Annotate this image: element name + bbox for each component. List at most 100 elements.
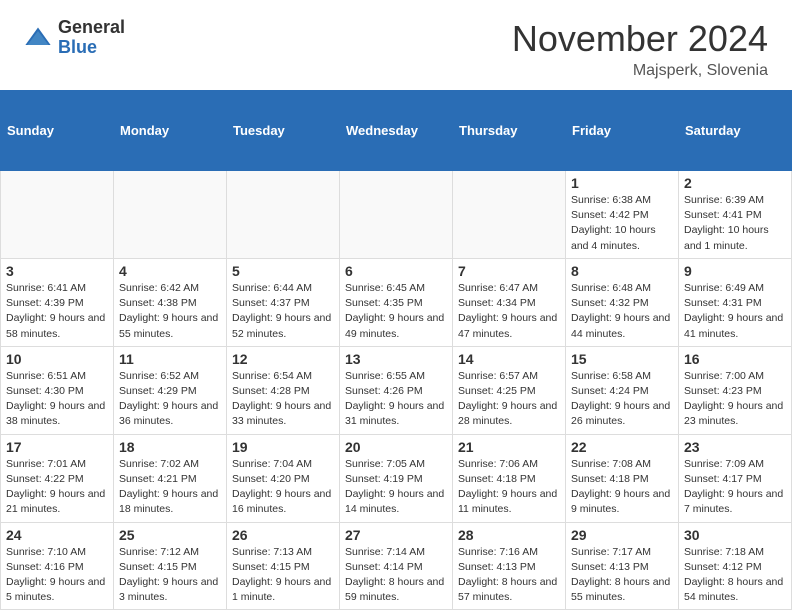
calendar-week-1: 1 Sunrise: 6:38 AM Sunset: 4:42 PM Dayli…: [1, 171, 792, 259]
day-number: 28: [458, 527, 560, 543]
sunrise-text: Sunrise: 6:48 AM: [571, 282, 651, 294]
sunrise-text: Sunrise: 6:45 AM: [345, 282, 425, 294]
day-number: 8: [571, 263, 673, 279]
daylight-text: Daylight: 9 hours and 11 minutes.: [458, 488, 557, 515]
day-number: 7: [458, 263, 560, 279]
sunset-text: Sunset: 4:20 PM: [232, 473, 310, 485]
sunset-text: Sunset: 4:42 PM: [571, 209, 649, 221]
calendar-cell: 23 Sunrise: 7:09 AM Sunset: 4:17 PM Dayl…: [679, 434, 792, 522]
day-number: 10: [6, 351, 108, 367]
sunrise-text: Sunrise: 6:54 AM: [232, 370, 312, 382]
day-number: 5: [232, 263, 334, 279]
sunrise-text: Sunrise: 6:42 AM: [119, 282, 199, 294]
sunset-text: Sunset: 4:23 PM: [684, 385, 762, 397]
sunrise-text: Sunrise: 7:08 AM: [571, 458, 651, 470]
calendar-cell: 19 Sunrise: 7:04 AM Sunset: 4:20 PM Dayl…: [227, 434, 340, 522]
calendar-cell: 22 Sunrise: 7:08 AM Sunset: 4:18 PM Dayl…: [566, 434, 679, 522]
daylight-text: Daylight: 9 hours and 44 minutes.: [571, 312, 670, 339]
day-info: Sunrise: 6:58 AM Sunset: 4:24 PM Dayligh…: [571, 369, 673, 430]
sunset-text: Sunset: 4:18 PM: [571, 473, 649, 485]
daylight-text: Daylight: 9 hours and 21 minutes.: [6, 488, 105, 515]
sunrise-text: Sunrise: 6:52 AM: [119, 370, 199, 382]
sunset-text: Sunset: 4:30 PM: [6, 385, 84, 397]
weekday-header-saturday: Saturday: [679, 91, 792, 171]
calendar-cell: [340, 171, 453, 259]
sunset-text: Sunset: 4:35 PM: [345, 297, 423, 309]
day-number: 12: [232, 351, 334, 367]
daylight-text: Daylight: 9 hours and 16 minutes.: [232, 488, 331, 515]
calendar-cell: 10 Sunrise: 6:51 AM Sunset: 4:30 PM Dayl…: [1, 346, 114, 434]
calendar-cell: 28 Sunrise: 7:16 AM Sunset: 4:13 PM Dayl…: [453, 522, 566, 610]
daylight-text: Daylight: 9 hours and 58 minutes.: [6, 312, 105, 339]
day-info: Sunrise: 7:06 AM Sunset: 4:18 PM Dayligh…: [458, 457, 560, 518]
sunset-text: Sunset: 4:34 PM: [458, 297, 536, 309]
calendar-week-2: 3 Sunrise: 6:41 AM Sunset: 4:39 PM Dayli…: [1, 258, 792, 346]
sunrise-text: Sunrise: 7:04 AM: [232, 458, 312, 470]
daylight-text: Daylight: 9 hours and 41 minutes.: [684, 312, 783, 339]
day-info: Sunrise: 6:49 AM Sunset: 4:31 PM Dayligh…: [684, 281, 786, 342]
day-info: Sunrise: 6:41 AM Sunset: 4:39 PM Dayligh…: [6, 281, 108, 342]
daylight-text: Daylight: 9 hours and 23 minutes.: [684, 400, 783, 427]
sunrise-text: Sunrise: 6:49 AM: [684, 282, 764, 294]
sunset-text: Sunset: 4:13 PM: [571, 561, 649, 573]
sunrise-text: Sunrise: 6:58 AM: [571, 370, 651, 382]
day-info: Sunrise: 6:51 AM Sunset: 4:30 PM Dayligh…: [6, 369, 108, 430]
day-number: 21: [458, 439, 560, 455]
calendar-cell: 9 Sunrise: 6:49 AM Sunset: 4:31 PM Dayli…: [679, 258, 792, 346]
weekday-header-friday: Friday: [566, 91, 679, 171]
calendar-cell: 12 Sunrise: 6:54 AM Sunset: 4:28 PM Dayl…: [227, 346, 340, 434]
calendar-cell: 29 Sunrise: 7:17 AM Sunset: 4:13 PM Dayl…: [566, 522, 679, 610]
daylight-text: Daylight: 8 hours and 54 minutes.: [684, 576, 783, 603]
daylight-text: Daylight: 9 hours and 52 minutes.: [232, 312, 331, 339]
daylight-text: Daylight: 9 hours and 3 minutes.: [119, 576, 218, 603]
calendar-cell: 4 Sunrise: 6:42 AM Sunset: 4:38 PM Dayli…: [114, 258, 227, 346]
calendar-cell: 1 Sunrise: 6:38 AM Sunset: 4:42 PM Dayli…: [566, 171, 679, 259]
logo-icon: [24, 24, 52, 52]
daylight-text: Daylight: 8 hours and 55 minutes.: [571, 576, 670, 603]
day-number: 19: [232, 439, 334, 455]
sunrise-text: Sunrise: 7:05 AM: [345, 458, 425, 470]
daylight-text: Daylight: 9 hours and 55 minutes.: [119, 312, 218, 339]
calendar-cell: 6 Sunrise: 6:45 AM Sunset: 4:35 PM Dayli…: [340, 258, 453, 346]
day-info: Sunrise: 7:12 AM Sunset: 4:15 PM Dayligh…: [119, 545, 221, 606]
calendar-cell: 17 Sunrise: 7:01 AM Sunset: 4:22 PM Dayl…: [1, 434, 114, 522]
sunset-text: Sunset: 4:38 PM: [119, 297, 197, 309]
sunset-text: Sunset: 4:29 PM: [119, 385, 197, 397]
calendar-cell: [227, 171, 340, 259]
daylight-text: Daylight: 9 hours and 14 minutes.: [345, 488, 444, 515]
day-info: Sunrise: 7:13 AM Sunset: 4:15 PM Dayligh…: [232, 545, 334, 606]
daylight-text: Daylight: 9 hours and 36 minutes.: [119, 400, 218, 427]
sunset-text: Sunset: 4:31 PM: [684, 297, 762, 309]
calendar-cell: 11 Sunrise: 6:52 AM Sunset: 4:29 PM Dayl…: [114, 346, 227, 434]
calendar-cell: 15 Sunrise: 6:58 AM Sunset: 4:24 PM Dayl…: [566, 346, 679, 434]
day-number: 26: [232, 527, 334, 543]
day-info: Sunrise: 7:17 AM Sunset: 4:13 PM Dayligh…: [571, 545, 673, 606]
daylight-text: Daylight: 8 hours and 57 minutes.: [458, 576, 557, 603]
sunrise-text: Sunrise: 6:51 AM: [6, 370, 86, 382]
calendar-cell: 13 Sunrise: 6:55 AM Sunset: 4:26 PM Dayl…: [340, 346, 453, 434]
day-info: Sunrise: 6:57 AM Sunset: 4:25 PM Dayligh…: [458, 369, 560, 430]
sunrise-text: Sunrise: 7:16 AM: [458, 546, 538, 558]
sunset-text: Sunset: 4:41 PM: [684, 209, 762, 221]
day-info: Sunrise: 7:16 AM Sunset: 4:13 PM Dayligh…: [458, 545, 560, 606]
day-number: 13: [345, 351, 447, 367]
sunrise-text: Sunrise: 6:47 AM: [458, 282, 538, 294]
calendar-cell: 30 Sunrise: 7:18 AM Sunset: 4:12 PM Dayl…: [679, 522, 792, 610]
daylight-text: Daylight: 9 hours and 31 minutes.: [345, 400, 444, 427]
day-info: Sunrise: 7:05 AM Sunset: 4:19 PM Dayligh…: [345, 457, 447, 518]
day-number: 6: [345, 263, 447, 279]
day-number: 1: [571, 175, 673, 191]
day-info: Sunrise: 7:04 AM Sunset: 4:20 PM Dayligh…: [232, 457, 334, 518]
page-header: General Blue November 2024 Majsperk, Slo…: [0, 0, 792, 90]
calendar-table: SundayMondayTuesdayWednesdayThursdayFrid…: [0, 90, 792, 610]
day-number: 15: [571, 351, 673, 367]
sunrise-text: Sunrise: 7:10 AM: [6, 546, 86, 558]
day-number: 2: [684, 175, 786, 191]
day-info: Sunrise: 6:39 AM Sunset: 4:41 PM Dayligh…: [684, 193, 786, 254]
sunset-text: Sunset: 4:13 PM: [458, 561, 536, 573]
day-info: Sunrise: 7:08 AM Sunset: 4:18 PM Dayligh…: [571, 457, 673, 518]
day-info: Sunrise: 6:48 AM Sunset: 4:32 PM Dayligh…: [571, 281, 673, 342]
sunrise-text: Sunrise: 6:39 AM: [684, 194, 764, 206]
weekday-header-sunday: Sunday: [1, 91, 114, 171]
calendar-cell: 21 Sunrise: 7:06 AM Sunset: 4:18 PM Dayl…: [453, 434, 566, 522]
